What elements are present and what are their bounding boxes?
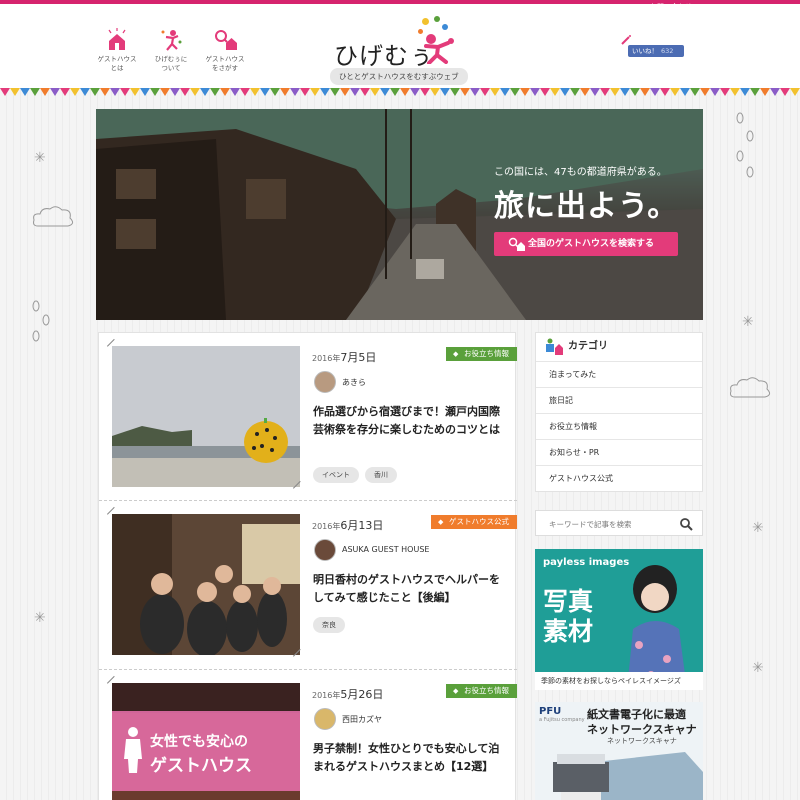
thumb-caption-2: ゲストハウス xyxy=(150,756,252,776)
article-thumbnail[interactable] xyxy=(112,514,300,655)
date-monthday: 6月13日 xyxy=(340,519,384,532)
article-title[interactable]: 男子禁制！女性ひとりでも安心して泊まれるゲストハウスまとめ【12選】 xyxy=(313,740,509,776)
ad-subline: ネットワークスキャナ xyxy=(607,737,677,745)
article-title[interactable]: 明日香村のゲストハウスでヘルパーをしてみて感じたこと【後編】 xyxy=(313,571,509,607)
article-tags: イベント 香川 xyxy=(313,467,397,483)
avatar xyxy=(314,539,336,561)
logo-tagline: ひととゲストハウスをむすぶウェブ xyxy=(330,68,468,85)
category-badge[interactable]: お役立ち情報 xyxy=(446,347,517,361)
author-name: ASUKA GUEST HOUSE xyxy=(342,545,430,554)
snowflake-doodle-icon: ✳ xyxy=(742,314,754,330)
search-house-icon xyxy=(508,237,525,251)
article-card[interactable]: 2016年6月13日 ゲストハウス公式 ASUKA GUEST HOUSE 明日… xyxy=(99,501,517,670)
category-sidebar: カテゴリ 泊まってみた 旅日記 お役立ち情報 お知らせ・PR ゲストハウス公式 xyxy=(535,332,703,492)
person-icon xyxy=(161,30,182,51)
cloud-doodle-icon xyxy=(730,377,771,398)
avatar xyxy=(314,371,336,393)
ad-headline-line2: 素材 xyxy=(543,617,594,646)
search-house-icon xyxy=(215,30,237,50)
article-date: 2016年5月26日 xyxy=(312,686,383,702)
nav-label: ゲストハウス をさがす xyxy=(205,55,245,72)
date-monthday: 5月26日 xyxy=(340,688,384,701)
search-guesthouse-button[interactable]: 全国のゲストハウスを検索する xyxy=(494,232,678,256)
article-thumbnail[interactable] xyxy=(112,346,300,487)
sidebar-item-news-pr[interactable]: お知らせ・PR xyxy=(536,439,702,465)
ad-brand: PFU xyxy=(539,706,562,717)
date-year: 2016年 xyxy=(312,691,341,700)
ad-pfu-scanner[interactable]: PFU a Fujitsu company 紙文書電子化に最適 ネットワークスキ… xyxy=(535,702,703,800)
author-name: あきら xyxy=(342,378,366,387)
house-icon xyxy=(108,28,126,50)
author-name: 西田カズヤ xyxy=(342,715,382,724)
ad-payless-images[interactable]: payless images 写真 素材 季節の素材をお探しならペイレスイメージズ xyxy=(535,549,703,690)
article-tags: 奈良 xyxy=(313,617,345,633)
sidebar-item-stayed[interactable]: 泊まってみた xyxy=(536,361,702,387)
ad-footer: 季節の素材をお探しならペイレスイメージズ xyxy=(535,672,703,690)
category-heading: カテゴリ xyxy=(536,333,702,361)
logo-wordmark: ひげむぅ xyxy=(334,42,434,70)
ad-headline-line1: 紙文書電子化に最適 xyxy=(587,708,686,721)
search-icon[interactable] xyxy=(679,517,693,531)
hero-title: 旅に出よう。 xyxy=(494,189,679,224)
sidebar-item-official[interactable]: ゲストハウス公式 xyxy=(536,465,702,491)
date-year: 2016年 xyxy=(312,522,341,531)
search-placeholder: キーワードで記事を検索 xyxy=(549,520,632,529)
hero-banner: この国には、47もの都道府県がある。 旅に出よう。 全国のゲストハウスを検索する xyxy=(96,109,703,320)
article-title[interactable]: 作品選びから宿選びまで！瀬戸内国際芸術祭を存分に楽しむためのコツとは xyxy=(313,403,509,439)
article-search-input[interactable]: キーワードで記事を検索 xyxy=(535,510,703,536)
thumb-caption-1: 女性でも安心の xyxy=(150,734,248,750)
article-list: 2016年7月5日 お役立ち情報 あきら 作品選びから宿選びまで！瀬戸内国際芸術… xyxy=(98,332,517,800)
nav-about-higemuu[interactable]: ひげむぅに ついて xyxy=(146,28,196,73)
nav-label: ひげむぅに ついて xyxy=(154,55,188,72)
tag-chip[interactable]: 奈良 xyxy=(313,617,345,633)
ad-headline-line2: ネットワークスキャナ xyxy=(587,723,697,736)
footprints-doodle-icon xyxy=(736,112,754,178)
site-logo[interactable]: ひげむぅ ひととゲストハウスをむすぶウェブ xyxy=(330,16,480,86)
ad-brand-sub: a Fujitsu company xyxy=(539,717,585,723)
ad-headline: 写真 素材 xyxy=(543,587,593,647)
category-badge[interactable]: ゲストハウス公式 xyxy=(431,515,517,529)
cloud-doodle-icon xyxy=(33,206,74,227)
nav-find-guesthouse[interactable]: ゲストハウス をさがす xyxy=(200,28,250,73)
bunting-divider xyxy=(0,88,800,96)
ad-headline-line1: 写真 xyxy=(543,587,594,616)
ad-brand: payless images xyxy=(543,557,630,568)
like-count: 632 xyxy=(661,47,674,55)
category-heading-label: カテゴリ xyxy=(568,341,608,352)
avatar xyxy=(314,708,336,730)
category-badge[interactable]: お役立ち情報 xyxy=(446,684,517,698)
article-card[interactable]: 2016年7月5日 お役立ち情報 あきら 作品選びから宿選びまで！瀬戸内国際芸術… xyxy=(99,333,517,501)
sidebar-item-travel-diary[interactable]: 旅日記 xyxy=(536,387,702,413)
category-icon xyxy=(546,338,563,355)
date-year: 2016年 xyxy=(312,354,341,363)
article-card[interactable]: 女性でも安心の ゲストハウス 2016年5月26日 お役立ち情報 西田カズヤ 男… xyxy=(99,670,517,800)
tag-chip[interactable]: 香川 xyxy=(365,467,397,483)
snowflake-doodle-icon: ✳ xyxy=(752,660,764,676)
article-thumbnail[interactable]: 女性でも安心の ゲストハウス xyxy=(112,683,300,800)
snowflake-doodle-icon: ✳ xyxy=(34,610,46,626)
nav-about-guesthouse[interactable]: ゲストハウス とは xyxy=(92,28,142,73)
tag-chip[interactable]: イベント xyxy=(313,467,359,483)
like-label: いいね！ xyxy=(632,47,658,55)
snowflake-doodle-icon: ✳ xyxy=(752,520,764,536)
logo-figure xyxy=(424,41,450,64)
nav-label: ゲストハウス とは xyxy=(97,55,137,72)
article-date: 2016年7月5日 xyxy=(312,349,376,365)
sidebar-item-useful-info[interactable]: お役立ち情報 xyxy=(536,413,702,439)
site-header: ゲストハウス とは ひげむぅに ついて ゲストハウス をさがす ひげむぅ ひとと… xyxy=(0,4,800,88)
facebook-like-button[interactable]: いいね！ 632 xyxy=(628,45,684,57)
cta-label: 全国のゲストハウスを検索する xyxy=(528,239,655,249)
snowflake-doodle-icon: ✳ xyxy=(34,150,46,166)
date-monthday: 7月5日 xyxy=(340,351,377,364)
hero-subtitle: この国には、47もの都道府県がある。 xyxy=(494,167,667,178)
footprints-doodle-icon xyxy=(32,300,50,342)
article-date: 2016年6月13日 xyxy=(312,517,383,533)
